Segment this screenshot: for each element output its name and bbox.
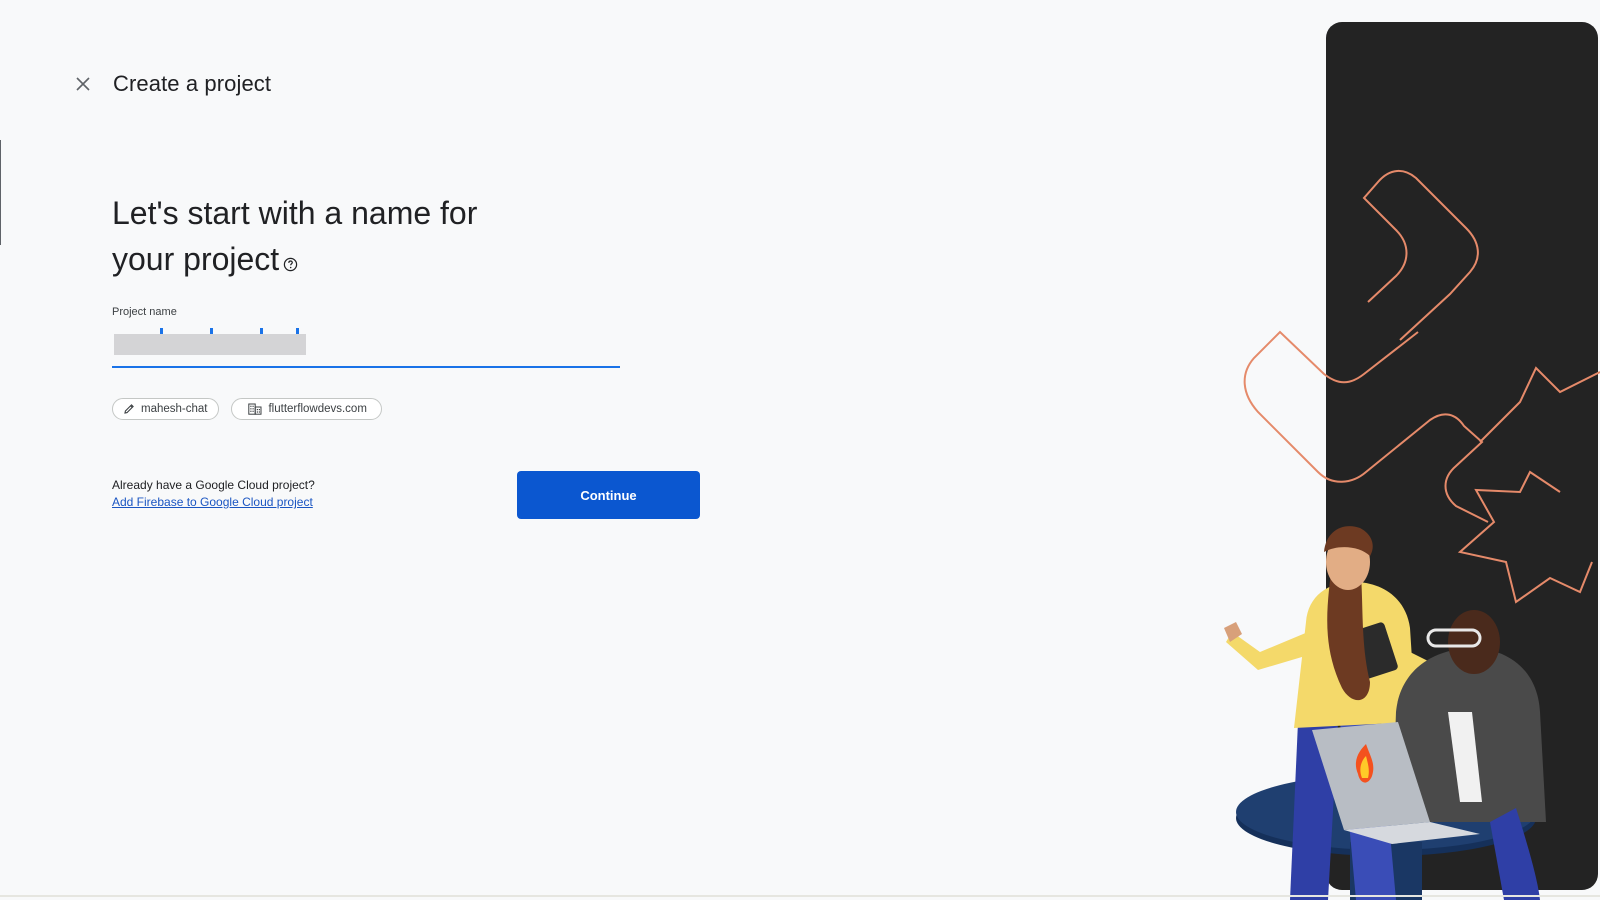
people-with-laptop-illustration [1224, 526, 1546, 900]
project-name-field[interactable] [112, 320, 620, 368]
close-button[interactable] [73, 74, 93, 94]
project-name-label: Project name [112, 306, 177, 318]
project-id-label: mahesh-chat [141, 403, 208, 415]
headline-line-2-wrap: your project [112, 236, 532, 284]
project-id-chip[interactable]: mahesh-chat [112, 398, 220, 420]
organization-chip[interactable]: flutterflowdevs.com [231, 398, 382, 420]
page-title: Create a project [113, 71, 272, 96]
project-name-input[interactable] [112, 326, 620, 360]
illustration [1220, 22, 1600, 900]
headline-line-2: your project [112, 241, 280, 277]
building-icon [248, 403, 262, 415]
headline: Let's start with a name for your project [112, 190, 532, 284]
add-firebase-link[interactable]: Add Firebase to Google Cloud project [112, 495, 313, 509]
dialog-header: Create a project [72, 68, 271, 100]
help-circle-icon[interactable] [283, 238, 298, 284]
left-edge-divider [0, 140, 1, 245]
organization-label: flutterflowdevs.com [268, 403, 367, 415]
main-content: Let's start with a name for your project [112, 190, 752, 284]
close-icon [76, 77, 90, 91]
bottom-divider [0, 895, 1600, 897]
project-chips: mahesh-chat flutterflowdevs.com [112, 398, 382, 420]
pencil-icon [124, 404, 134, 414]
headline-line-1: Let's start with a name for [112, 195, 478, 231]
continue-button[interactable]: Continue [517, 471, 700, 519]
google-cloud-question: Already have a Google Cloud project? [112, 478, 315, 492]
